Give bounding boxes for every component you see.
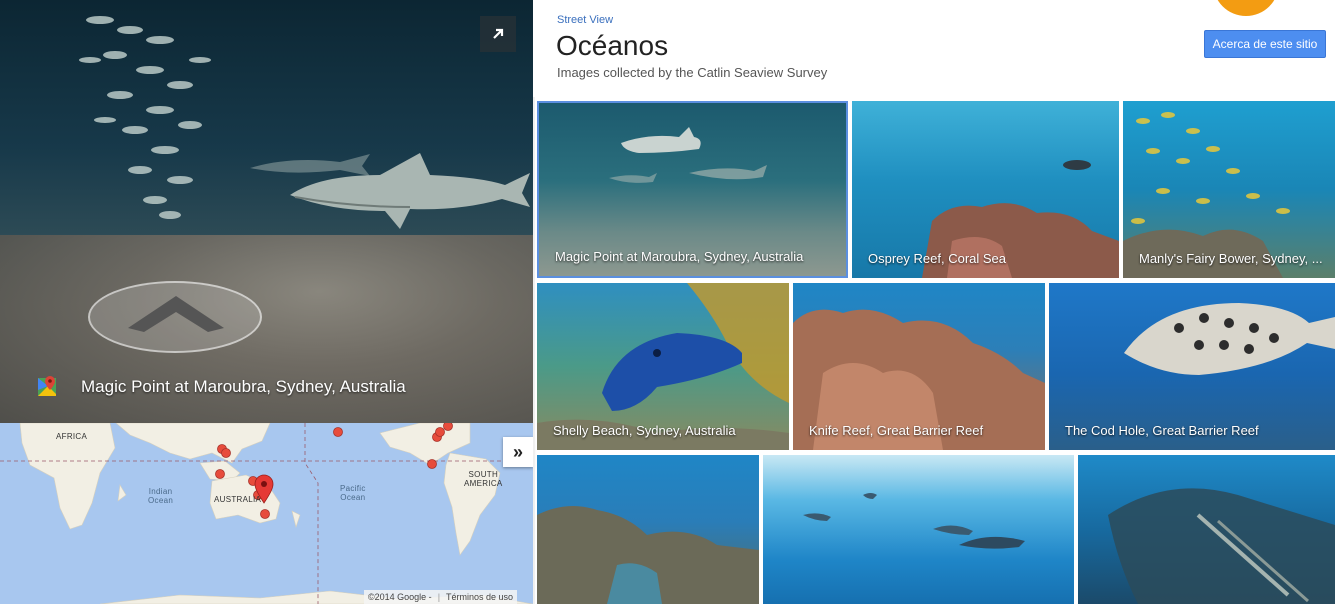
gallery-tile[interactable]: Magic Point at Maroubra, Sydney, Austral… [537,101,848,278]
collapse-panel-button[interactable]: » [503,437,533,467]
panorama-viewer[interactable]: Magic Point at Maroubra, Sydney, Austral… [0,0,533,423]
shipwreck-thumbnail-graphic [1108,488,1335,604]
gallery-tile[interactable]: Knife Reef, Great Barrier Reef [793,283,1045,450]
shark-graphic [290,153,530,229]
tile-label: Magic Point at Maroubra, Sydney, Austral… [555,249,804,264]
gallery-tile[interactable] [1078,455,1335,604]
ocean-label-pacific: Pacific Ocean [340,484,366,502]
map-canvas [0,423,533,604]
location-caption: Magic Point at Maroubra, Sydney, Austral… [36,372,406,402]
page-title: Océanos [556,30,669,61]
gallery-tile[interactable]: Shelly Beach, Sydney, Australia [537,283,789,450]
orange-badge[interactable] [1213,0,1279,16]
tile-label: Manly's Fairy Bower, Sydney, ... [1139,251,1323,266]
continent-label-africa: AFRICA [56,432,88,441]
gallery-tile[interactable] [537,455,759,604]
continent-label-south-america: SOUTH AMERICA [464,470,503,488]
tile-label: The Cod Hole, Great Barrier Reef [1065,423,1259,438]
gallery-tile[interactable]: Manly's Fairy Bower, Sydney, ... [1123,101,1335,278]
fish-school-graphic [79,16,211,219]
expand-button[interactable] [480,16,516,52]
map-copyright: ©2014 Google - [368,592,432,602]
gallery-tile[interactable]: The Cod Hole, Great Barrier Reef [1049,283,1335,450]
google-maps-pin-icon [38,376,56,396]
street-view-link[interactable]: Street View [557,14,613,26]
move-forward-arrow-icon[interactable] [128,292,224,332]
world-map[interactable]: AFRICA AUSTRALIA SOUTH AMERICA Indian Oc… [0,423,533,604]
footer-separator: | [437,592,441,602]
ocean-label-indian: Indian Ocean [148,487,174,505]
location-caption-text: Magic Point at Maroubra, Sydney, Austral… [81,377,406,396]
map-footer: ©2014 Google - | Términos de uso [364,590,518,604]
dolphins-thumbnail-graphic [803,493,1025,549]
double-chevron-right-icon: » [512,441,523,462]
continent-label-australia: AUSTRALIA [214,495,262,504]
gallery-tile[interactable] [763,455,1074,604]
terms-of-use-link[interactable]: Términos de uso [446,592,513,602]
expand-arrow-icon [493,28,504,39]
collection-header: Street View Océanos Images collected by … [533,0,1335,97]
reef-thumbnail-graphic [537,506,759,604]
gallery-tile[interactable]: Osprey Reef, Coral Sea [852,101,1119,278]
page-subtitle: Images collected by the Catlin Seaview S… [557,65,828,80]
tile-label: Osprey Reef, Coral Sea [868,251,1007,266]
tile-label: Shelly Beach, Sydney, Australia [553,423,736,438]
about-site-button[interactable]: Acerca de este sitio [1204,30,1326,58]
tile-label: Knife Reef, Great Barrier Reef [809,423,984,438]
